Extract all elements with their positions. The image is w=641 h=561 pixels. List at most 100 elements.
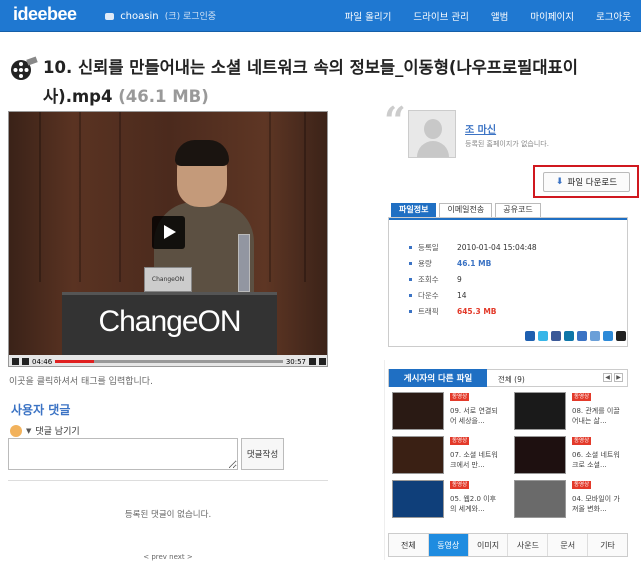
type-badge: 동영상 — [572, 481, 592, 489]
bullet-icon — [409, 277, 412, 281]
podium-text: ChangeON — [98, 305, 241, 338]
divider — [8, 480, 328, 481]
prev-icon[interactable]: ◀ — [603, 373, 612, 382]
other-file-title[interactable]: 08. 관계를 이끌어내는 삶... — [572, 406, 622, 426]
nav-logout[interactable]: 로그아웃 — [596, 9, 631, 23]
file-info-row: 다운수 14 — [409, 287, 537, 303]
profile-avatar[interactable] — [408, 110, 456, 158]
other-files-title[interactable]: 게시자의 다른 파일 — [389, 369, 487, 387]
video-thumbnail[interactable] — [514, 480, 566, 518]
curtain-fold — [39, 112, 41, 282]
time-current: 04:46 — [32, 357, 53, 366]
message-icon[interactable] — [105, 12, 114, 20]
type-badge: 동영상 — [572, 393, 592, 401]
top-nav: 파일 올리기 드라이브 관리 앨범 마이페이지 로그아웃 — [345, 9, 631, 23]
info-label: 등록일 — [418, 242, 439, 252]
play-pause-button[interactable] — [12, 358, 19, 365]
seek-bar[interactable] — [55, 360, 283, 363]
category-tab[interactable]: 사운드 — [508, 534, 549, 556]
download-button[interactable]: ⬇ 파일 다운로드 — [543, 172, 630, 192]
other-file-item[interactable]: 동영상 08. 관계를 이끌어내는 삶... — [514, 392, 634, 434]
other-files-nav: ◀ ▶ — [603, 373, 623, 382]
other-file-item[interactable]: 동영상 09. 서로 연결되어 세상을... — [392, 392, 512, 434]
video-player[interactable]: ChangeON ChangeON 04:46 30:57 — [8, 111, 328, 367]
next-icon[interactable]: ▶ — [614, 373, 623, 382]
video-thumbnail[interactable] — [392, 480, 444, 518]
other-file-title[interactable]: 09. 서로 연결되어 세상을... — [450, 406, 500, 426]
comment-submit-button[interactable]: 댓글작성 — [241, 438, 284, 470]
twitter-icon[interactable] — [538, 331, 548, 341]
stop-button[interactable] — [22, 358, 29, 365]
comment-author: ▼ 댓글 남기기 — [10, 424, 80, 437]
tab-share-code[interactable]: 공유코드 — [495, 203, 541, 217]
info-value: 46.1 MB — [457, 258, 492, 268]
yozm-icon[interactable] — [603, 331, 613, 341]
download-icon: ⬇ — [555, 177, 564, 187]
linkedin-icon[interactable] — [564, 331, 574, 341]
avatar[interactable] — [10, 424, 22, 437]
speaker-hair — [175, 140, 229, 166]
comment-pager[interactable]: < prev next > — [8, 553, 328, 561]
video-thumbnail[interactable] — [392, 436, 444, 474]
category-tab[interactable]: 문서 — [548, 534, 589, 556]
chevron-down-icon[interactable]: ▼ — [26, 427, 31, 435]
tag-input-hint[interactable]: 이곳을 클릭하셔서 태그를 입력합니다. — [9, 374, 153, 387]
comments-title: 사용자 댓글 — [11, 403, 71, 417]
type-badge: 동영상 — [450, 437, 470, 445]
other-file-item[interactable]: 동영상 06. 소셜 네트워크로 소셜... — [514, 436, 634, 478]
facebook-icon[interactable] — [551, 331, 561, 341]
other-files-all[interactable]: 전체 (9) — [498, 374, 525, 385]
play-icon[interactable] — [152, 216, 185, 249]
video-thumbnail[interactable] — [514, 436, 566, 474]
fullscreen-icon[interactable] — [319, 358, 326, 365]
profile-name[interactable]: 조 마신 — [465, 121, 496, 136]
tab-email[interactable]: 이메일전송 — [439, 203, 493, 217]
video-frame: ChangeON ChangeON — [9, 112, 327, 356]
user-status: choasin (크) 로그인중 — [105, 9, 216, 22]
other-file-title[interactable]: 07. 소셜 네트워크에서 만... — [450, 450, 500, 470]
other-file-title[interactable]: 05. 웹2.0 이후의 세계와... — [450, 494, 500, 514]
comment-input[interactable] — [8, 438, 238, 470]
other-file-title[interactable]: 06. 소셜 네트워크로 소셜... — [572, 450, 622, 470]
file-info-panel: 등록일 2010-01-04 15:04:48 용량 46.1 MB 조회수 9 다운수 14… — [388, 217, 628, 347]
avatar-shoulder — [417, 141, 449, 157]
info-value: 645.3 MB — [457, 306, 497, 316]
download-label: 파일 다운로드 — [567, 178, 618, 188]
nav-album[interactable]: 앨범 — [491, 9, 508, 23]
nav-drive[interactable]: 드라이브 관리 — [413, 9, 468, 23]
nav-mypage[interactable]: 마이페이지 — [530, 9, 574, 23]
del-icon[interactable] — [616, 331, 626, 341]
share-icons — [525, 331, 626, 341]
file-title: 10. 신뢰를 만들어내는 소셜 네트워크 속의 정보들_이동형(나우프로필대표… — [43, 53, 583, 111]
other-file-title[interactable]: 04. 모바일이 가져올 변화... — [572, 494, 622, 514]
bullet-icon — [409, 261, 412, 265]
avatar-head — [424, 119, 442, 139]
windows-live-icon[interactable] — [525, 331, 535, 341]
video-thumbnail[interactable] — [392, 392, 444, 430]
me2day-icon[interactable] — [590, 331, 600, 341]
tab-file-info[interactable]: 파일정보 — [391, 203, 437, 217]
curtain-fold — [304, 112, 306, 282]
category-tab[interactable]: 전체 — [389, 534, 429, 556]
ideebee-logo[interactable]: ideebee — [13, 4, 77, 25]
volume-icon[interactable] — [309, 358, 316, 365]
blog-icon[interactable] — [577, 331, 587, 341]
nav-upload[interactable]: 파일 올리기 — [345, 9, 392, 23]
other-file-item[interactable]: 동영상 05. 웹2.0 이후의 세계와... — [392, 480, 512, 522]
bullet-icon — [409, 309, 412, 313]
info-value: 14 — [457, 290, 467, 300]
video-thumbnail[interactable] — [514, 392, 566, 430]
type-badge: 동영상 — [572, 437, 592, 445]
info-tabs: 파일정보 이메일전송 공유코드 — [391, 203, 541, 217]
category-tab[interactable]: 기타 — [588, 534, 627, 556]
category-tab[interactable]: 동영상 — [428, 534, 469, 556]
other-file-item[interactable]: 동영상 04. 모바일이 가져올 변화... — [514, 480, 634, 522]
info-label: 다운수 — [418, 290, 439, 300]
leave-comment-label: 댓글 남기기 — [35, 427, 80, 437]
other-files-header: 게시자의 다른 파일 전체 (9) ◀ ▶ — [388, 369, 628, 387]
other-file-item[interactable]: 동영상 07. 소셜 네트워크에서 만... — [392, 436, 512, 478]
info-label: 조회수 — [418, 274, 439, 284]
category-tab[interactable]: 이미지 — [469, 534, 509, 556]
username[interactable]: choasin — [120, 11, 158, 22]
type-badge: 동영상 — [450, 481, 470, 489]
